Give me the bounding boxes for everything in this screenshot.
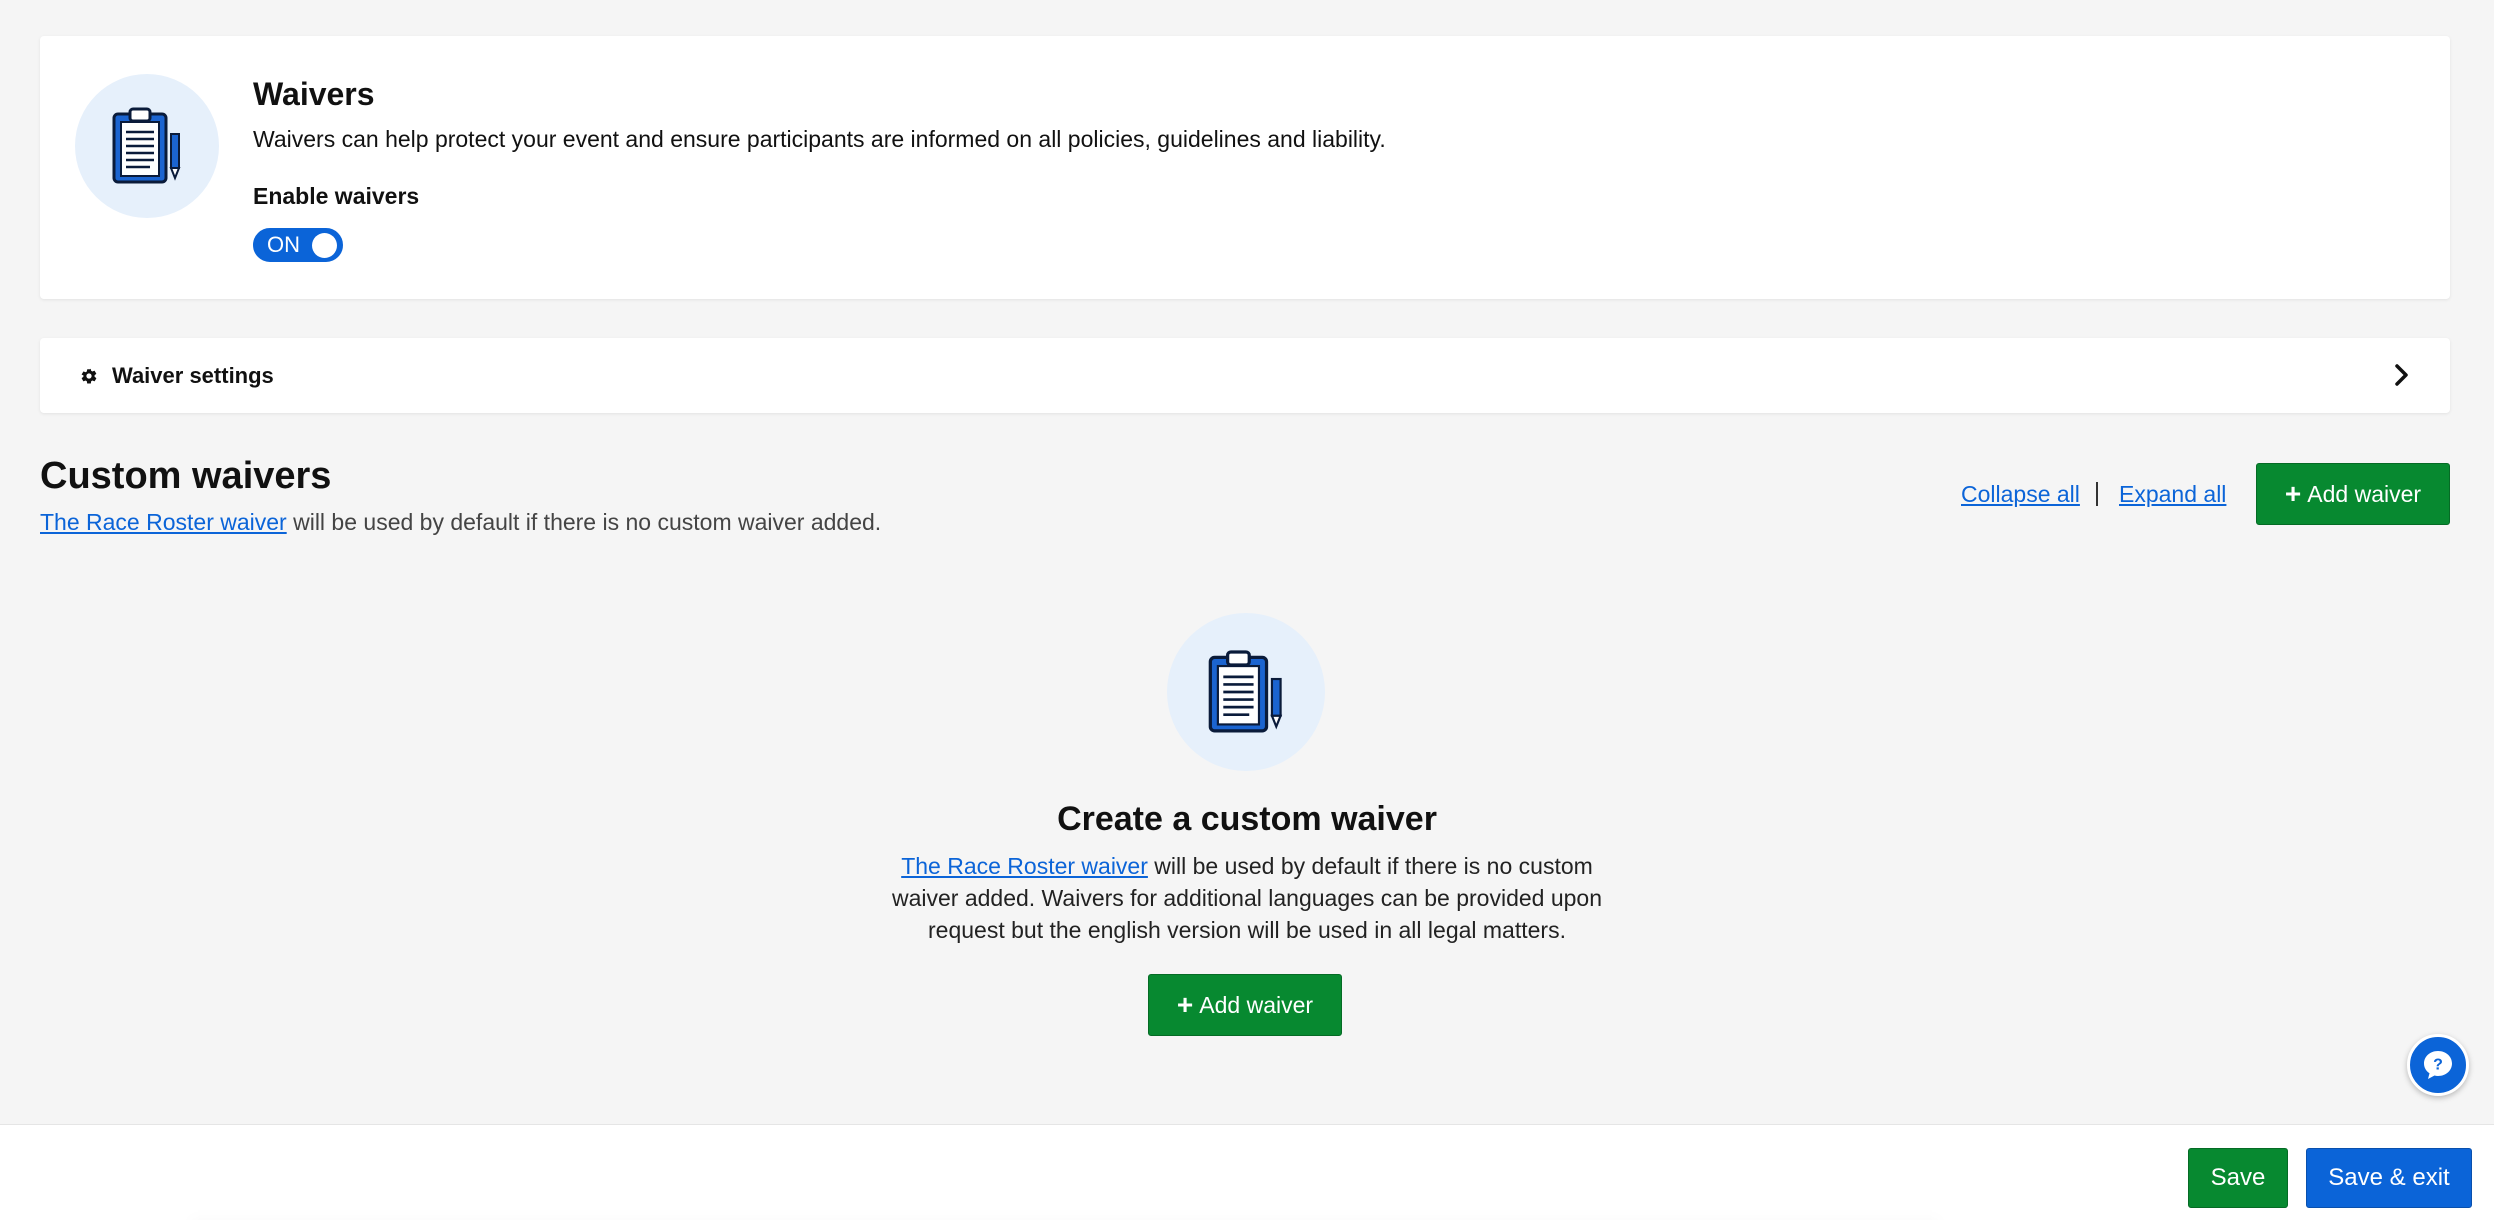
waiver-settings-label: Waiver settings [112,362,274,388]
svg-text:?: ? [2433,1057,2443,1074]
clipboard-icon [1167,613,1325,771]
waivers-description: Waivers can help protect your event and … [253,126,1386,152]
collapse-all-link[interactable]: Collapse all [1961,481,2080,508]
race-roster-waiver-link[interactable]: The Race Roster waiver [901,853,1148,879]
custom-waivers-title: Custom waivers [40,455,332,497]
footer-bar: Save Save & exit [0,1124,2494,1220]
waivers-card: Waivers Waivers can help protect your ev… [40,36,2450,299]
clipboard-icon [75,74,219,218]
footer-shadow [190,1213,1940,1220]
custom-waivers-description-text: will be used by default if there is no c… [286,509,882,535]
enable-waivers-label: Enable waivers [253,183,420,209]
gear-icon [80,366,100,386]
plus-icon: + [1176,989,1194,1020]
enable-waivers-toggle[interactable]: ON [253,228,343,262]
toggle-knob [312,233,337,258]
toggle-state-label: ON [267,232,300,257]
add-waiver-label: Add waiver [2307,480,2422,507]
waivers-title: Waivers [253,76,375,112]
help-icon[interactable]: ? [2407,1034,2469,1096]
add-waiver-button[interactable]: + Add waiver [2256,463,2450,525]
save-button[interactable]: Save [2188,1148,2288,1208]
add-waiver-button-empty[interactable]: + Add waiver [1148,974,1342,1036]
empty-state-title: Create a custom waiver [1057,800,1437,838]
expand-all-link[interactable]: Expand all [2119,481,2226,508]
save-and-exit-button[interactable]: Save & exit [2306,1148,2472,1208]
add-waiver-label: Add waiver [1199,991,1314,1018]
waiver-settings-accordion[interactable]: Waiver settings [40,338,2450,413]
link-separator [2096,482,2098,506]
race-roster-waiver-link[interactable]: The Race Roster waiver [40,509,287,535]
chevron-right-icon [2392,362,2412,393]
plus-icon: + [2284,478,2302,509]
custom-waivers-description: The Race Roster waiver will be used by d… [40,509,881,536]
empty-state-description: The Race Roster waiver will be used by d… [877,850,1617,946]
